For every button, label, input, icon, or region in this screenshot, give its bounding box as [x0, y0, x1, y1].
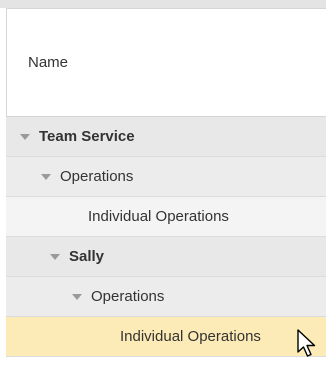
tree-row-team-service[interactable]: Team Service: [6, 117, 326, 157]
expand-triangle-icon[interactable]: [50, 253, 60, 260]
column-header-label: Name: [28, 54, 69, 71]
tree-row-label: Operations: [91, 288, 165, 305]
tree-row-label: Operations: [60, 168, 134, 185]
expand-triangle-icon[interactable]: [20, 133, 30, 140]
tree-row-label: Individual Operations: [88, 208, 229, 225]
expand-triangle-icon[interactable]: [72, 293, 82, 300]
tree-row-label: Sally: [69, 248, 105, 265]
tree-row-individual-operations-selected[interactable]: Individual Operations: [6, 317, 326, 357]
tree-row-label: Team Service: [39, 128, 135, 145]
tree-grid: Name Team Service Operations Individual …: [0, 0, 326, 369]
mouse-cursor-icon: [297, 329, 316, 357]
tree-rows: Team Service Operations Individual Opera…: [6, 117, 326, 357]
tree-row-operations[interactable]: Operations: [6, 157, 326, 197]
tree-row-sally[interactable]: Sally: [6, 237, 326, 277]
column-header-name[interactable]: Name: [6, 8, 326, 117]
tree-row-label: Individual Operations: [120, 328, 261, 345]
tree-row-individual-operations[interactable]: Individual Operations: [6, 197, 326, 237]
grid-top-strip: [0, 0, 326, 8]
expand-triangle-icon[interactable]: [41, 173, 51, 180]
tree-row-operations[interactable]: Operations: [6, 277, 326, 317]
